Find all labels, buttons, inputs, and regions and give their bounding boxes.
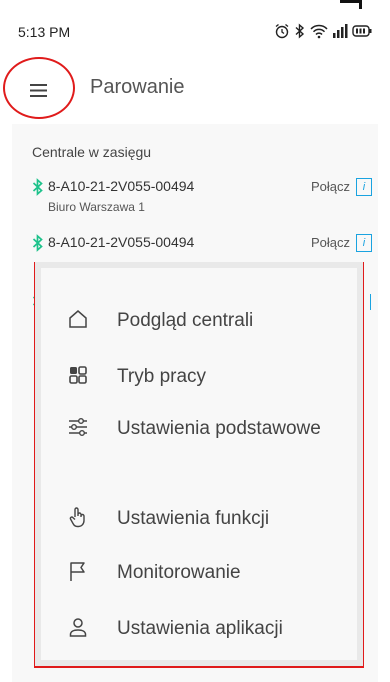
device-name: Biuro Warszawa 1 xyxy=(48,200,145,214)
menu-item-label: Monitorowanie xyxy=(117,562,241,583)
menu-item-label: Ustawienia aplikacji xyxy=(117,618,283,639)
menu-item-label: Podgląd centrali xyxy=(117,310,254,331)
connect-link[interactable]: Połącz xyxy=(311,235,350,250)
device-row[interactable]: 8-A10-21-2V055-00494 Połącz i xyxy=(32,232,378,256)
section-title: Centrale w zasięgu xyxy=(32,144,152,160)
status-bar: 5:13 PM xyxy=(0,18,390,48)
status-icons xyxy=(274,20,372,46)
bluetooth-icon xyxy=(32,178,43,196)
device-id: 8-A10-21-2V055-00494 xyxy=(48,178,195,194)
app-bar: Parowanie xyxy=(0,56,390,120)
info-icon-partial xyxy=(366,294,371,310)
info-icon[interactable]: i xyxy=(356,234,372,252)
connect-link[interactable]: Połącz xyxy=(311,179,350,194)
menu-button[interactable] xyxy=(3,57,75,119)
hamburger-icon xyxy=(30,84,47,97)
wifi-icon xyxy=(310,23,328,44)
status-time: 5:13 PM xyxy=(18,24,71,40)
menu-item-label: Tryb pracy xyxy=(117,366,207,387)
flag-icon xyxy=(70,562,85,581)
user-icon xyxy=(69,618,87,637)
device-row[interactable]: 8-A10-21-2V055-00494 Biuro Warszawa 1 Po… xyxy=(32,176,378,214)
page-title: Parowanie xyxy=(90,76,185,98)
alarm-icon xyxy=(274,23,290,44)
sliders-icon xyxy=(69,418,87,436)
bluetooth-status-icon xyxy=(294,22,306,44)
navigation-drawer: Podgląd centrali Tryb pracy Ustawienia p… xyxy=(41,268,357,660)
grid-icon xyxy=(69,366,87,384)
info-icon[interactable]: i xyxy=(356,178,372,196)
hand-pointer-icon xyxy=(69,507,85,528)
menu-item-label: Ustawienia podstawowe xyxy=(117,418,321,439)
device-id: 8-A10-21-2V055-00494 xyxy=(48,234,195,250)
signal-icon xyxy=(332,23,348,44)
bluetooth-icon xyxy=(32,234,43,252)
top-edge-mark xyxy=(340,0,362,9)
menu-item-label: Ustawienia funkcji xyxy=(117,508,270,529)
home-icon xyxy=(69,310,87,328)
battery-icon xyxy=(352,24,372,43)
